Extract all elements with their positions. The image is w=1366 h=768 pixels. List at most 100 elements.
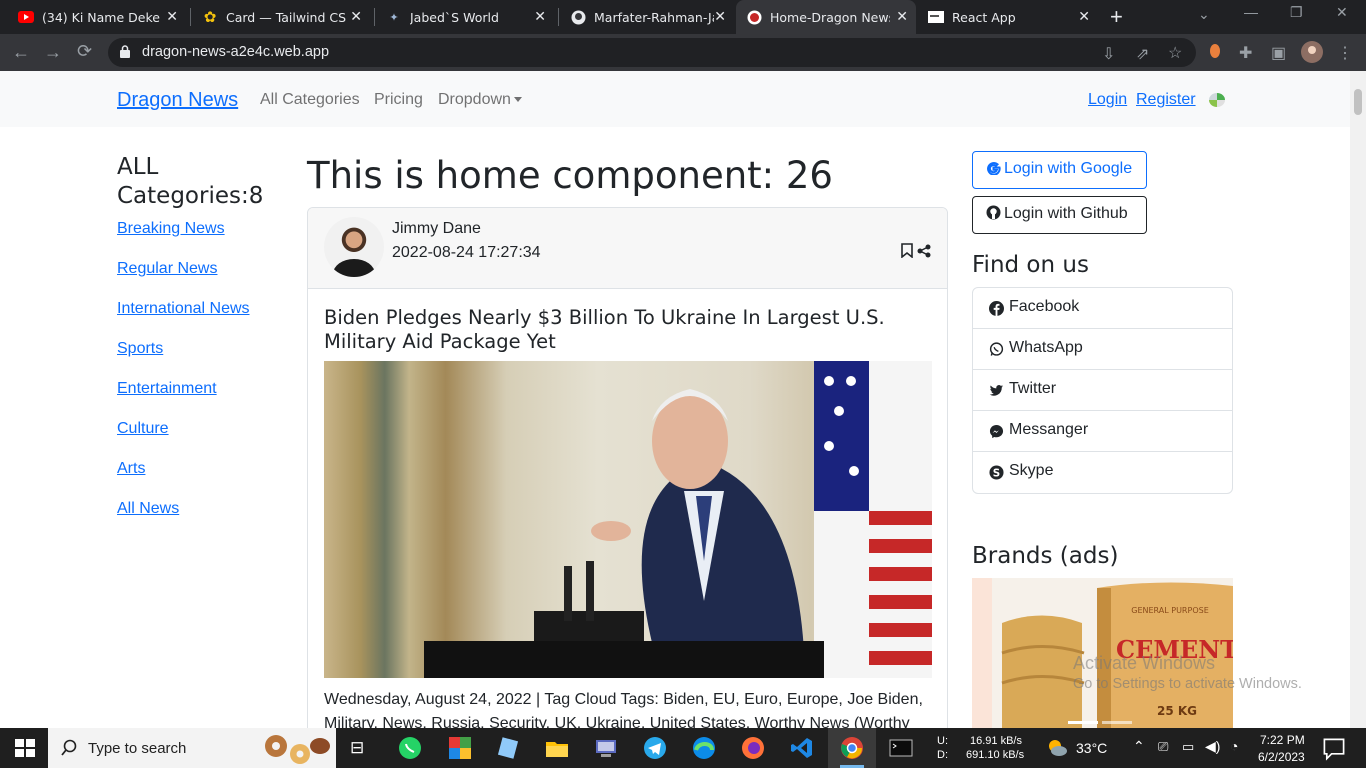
- share-icon[interactable]: ⇗: [1136, 44, 1149, 64]
- lock-icon: [120, 45, 130, 58]
- close-icon[interactable]: ✕: [534, 9, 546, 25]
- category-link[interactable]: Regular News: [117, 260, 217, 278]
- profile-avatar[interactable]: [1301, 41, 1323, 68]
- tab-jabeds-world[interactable]: ✦ Jabed`S World ✕: [376, 0, 554, 34]
- browser-tab-bar: (34) Ki Name Deke Bolo ✕ ✿ Card — Tailwi…: [0, 0, 1366, 34]
- edge-icon[interactable]: [692, 736, 716, 760]
- pc-app-icon[interactable]: [594, 736, 618, 760]
- install-icon[interactable]: ⇩: [1102, 44, 1115, 64]
- chrome-icon[interactable]: [840, 736, 864, 760]
- minimize-button[interactable]: —: [1244, 4, 1258, 20]
- category-link[interactable]: Entertainment: [117, 380, 217, 398]
- login-github-button[interactable]: Login with Github: [972, 196, 1147, 234]
- category-link[interactable]: Culture: [117, 420, 169, 438]
- battery-icon[interactable]: ▭: [1182, 739, 1194, 755]
- clock-time[interactable]: 7:22 PM: [1260, 733, 1305, 747]
- new-tab-button[interactable]: +: [1110, 4, 1123, 30]
- social-label: Messanger: [1009, 421, 1089, 438]
- social-item-facebook[interactable]: Facebook: [973, 288, 1232, 329]
- category-link[interactable]: All News: [117, 500, 179, 518]
- donut-promo-icon: [265, 735, 330, 764]
- nav-all-categories[interactable]: All Categories: [260, 91, 360, 109]
- social-item-messenger[interactable]: Messanger: [973, 411, 1232, 452]
- category-link[interactable]: International News: [117, 300, 250, 318]
- article-title[interactable]: Biden Pledges Nearly $3 Billion To Ukrai…: [324, 306, 934, 354]
- notifications-icon[interactable]: [1322, 737, 1346, 761]
- firefox-icon[interactable]: [741, 736, 765, 760]
- nav-pricing[interactable]: Pricing: [374, 91, 423, 109]
- article-image: [324, 361, 932, 678]
- brands-ads-title: Brands (ads): [972, 543, 1119, 569]
- category-link[interactable]: Arts: [117, 460, 145, 478]
- site-navbar: Dragon News All Categories Pricing Dropd…: [0, 71, 1350, 127]
- file-explorer-icon[interactable]: [545, 736, 569, 760]
- menu-icon[interactable]: ⋮: [1337, 43, 1353, 63]
- forward-icon[interactable]: →: [44, 42, 62, 63]
- caret-down-icon: [513, 97, 522, 103]
- wifi-icon[interactable]: ◔: [1230, 738, 1238, 754]
- register-link[interactable]: Register: [1136, 91, 1196, 109]
- brand-link[interactable]: Dragon News: [117, 89, 238, 112]
- notes-app-icon[interactable]: [496, 736, 520, 760]
- address-bar[interactable]: dragon-news-a2e4c.web.app ⇩ ⇗ ☆: [108, 38, 1196, 67]
- back-icon[interactable]: ←: [12, 42, 30, 63]
- news-card: Jimmy Dane 2022-08-24 17:27:34 Biden Ple…: [307, 207, 948, 728]
- ad-line1: GENERAL PURPOSE: [1131, 606, 1209, 615]
- whatsapp-app-icon[interactable]: [398, 736, 422, 760]
- social-label: Facebook: [1009, 298, 1080, 315]
- close-window-button[interactable]: ✕: [1336, 4, 1348, 21]
- social-list: Facebook WhatsApp Twitter Messanger S Sk…: [972, 287, 1233, 494]
- share-icon[interactable]: [917, 244, 931, 258]
- category-link[interactable]: Breaking News: [117, 220, 225, 238]
- close-icon[interactable]: ✕: [350, 9, 362, 25]
- page-title: This is home component: 26: [307, 154, 833, 197]
- net-up-speed: 16.91 kB/s: [970, 735, 1022, 747]
- social-item-whatsapp[interactable]: WhatsApp: [973, 329, 1232, 370]
- extensions-puzzle-icon[interactable]: ✚: [1239, 43, 1252, 63]
- device-icon[interactable]: ⎚: [1158, 739, 1168, 755]
- close-icon[interactable]: ✕: [714, 9, 726, 25]
- volume-icon[interactable]: ◀): [1205, 738, 1220, 755]
- close-icon[interactable]: ✕: [896, 9, 908, 25]
- tab-search-icon[interactable]: ⌄: [1198, 6, 1210, 23]
- maximize-button[interactable]: ❐: [1290, 4, 1303, 21]
- github-button-label: Login with Github: [1004, 205, 1128, 222]
- terminal-icon[interactable]: [889, 736, 913, 760]
- category-link[interactable]: Sports: [117, 340, 163, 358]
- article-excerpt: Wednesday, August 24, 2022 | Tag Cloud T…: [324, 691, 923, 728]
- taskbar-search[interactable]: Type to search: [48, 728, 336, 768]
- vscode-icon[interactable]: [790, 736, 814, 760]
- tab-label: React App: [952, 9, 1016, 25]
- tab-label: Jabed`S World: [410, 9, 499, 25]
- login-google-button[interactable]: Login with Google: [972, 151, 1147, 189]
- close-icon[interactable]: ✕: [1078, 9, 1090, 25]
- chevron-up-icon[interactable]: ⌃: [1133, 738, 1145, 755]
- reload-icon[interactable]: ⟳: [77, 41, 92, 62]
- tab-tailwind[interactable]: ✿ Card — Tailwind CSS Co ✕: [192, 0, 370, 34]
- close-icon[interactable]: ✕: [166, 9, 178, 25]
- scrollbar-thumb[interactable]: [1354, 89, 1362, 115]
- tab-github[interactable]: Marfater-Rahman-Jabed ✕: [560, 0, 734, 34]
- social-item-skype[interactable]: S Skype: [973, 452, 1232, 493]
- activate-windows-subtitle: Go to Settings to activate Windows.: [1073, 676, 1302, 692]
- windows-start-icon[interactable]: [13, 736, 37, 760]
- tab-react-app[interactable]: React App ✕: [918, 0, 1098, 34]
- nav-dropdown[interactable]: Dropdown: [438, 91, 522, 109]
- login-link[interactable]: Login: [1088, 91, 1127, 109]
- bookmark-icon[interactable]: [901, 243, 913, 259]
- search-placeholder: Type to search: [88, 740, 187, 757]
- tab-dragon-news[interactable]: Home-Dragon News ✕: [736, 0, 916, 34]
- weather-icon[interactable]: [1045, 736, 1069, 760]
- social-label: Twitter: [1009, 380, 1057, 397]
- tab-youtube[interactable]: (34) Ki Name Deke Bolo ✕: [8, 0, 186, 34]
- user-avatar[interactable]: [1209, 93, 1225, 107]
- telegram-icon[interactable]: [643, 736, 667, 760]
- task-view-icon[interactable]: ⊟: [350, 738, 364, 758]
- page-scrollbar[interactable]: [1350, 71, 1366, 728]
- social-item-twitter[interactable]: Twitter: [973, 370, 1232, 411]
- bookmark-star-icon[interactable]: ☆: [1168, 43, 1182, 63]
- app-icon[interactable]: [448, 736, 472, 760]
- extension-icon[interactable]: [1209, 43, 1221, 64]
- side-panel-icon[interactable]: ▣: [1271, 43, 1286, 63]
- clock-date[interactable]: 6/2/2023: [1258, 750, 1305, 764]
